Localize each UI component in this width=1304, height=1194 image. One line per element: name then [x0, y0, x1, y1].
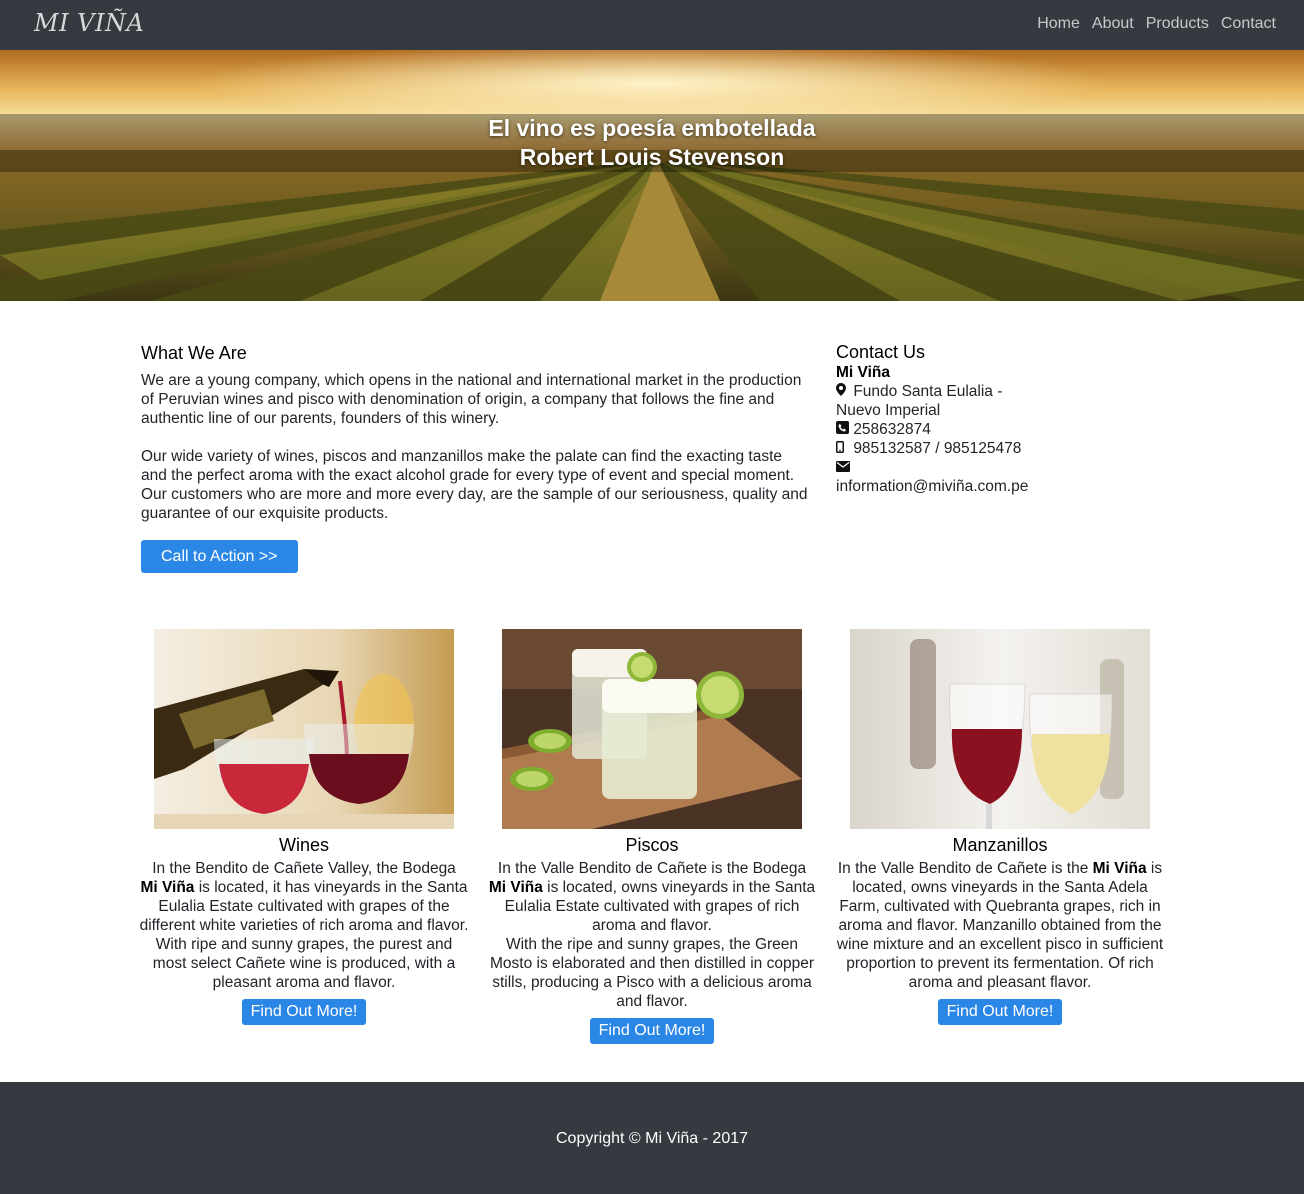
mobile-text[interactable]: 985132587 / 985125478 — [853, 440, 1021, 457]
product-card-piscos: Piscos In the Valle Bendito de Cañete is… — [487, 629, 817, 1044]
vineyard-image — [0, 50, 1304, 301]
hero-quote: El vino es poesía embotellada Robert Lou… — [0, 114, 1304, 172]
about-section: What We Are We are a young company, whic… — [141, 343, 811, 573]
mobile-line: 985132587 / 985125478 — [836, 439, 1051, 458]
nav-link-contact[interactable]: Contact — [1221, 15, 1276, 33]
find-out-more-button[interactable]: Find Out More! — [937, 999, 1063, 1025]
hero-banner: El vino es poesía embotellada Robert Lou… — [0, 50, 1304, 301]
quote-author: Robert Louis Stevenson — [519, 144, 785, 170]
product-card-wines: Wines In the Bendito de Cañete Valley, t… — [139, 629, 469, 1025]
brand-logo[interactable]: MI VIÑA — [34, 9, 144, 37]
contact-section: Contact Us Mi Viña Fundo Santa Eulalia -… — [836, 343, 1051, 496]
about-paragraph-1: We are a young company, which opens in t… — [141, 372, 802, 427]
mobile-icon — [836, 439, 849, 458]
phone-line: 258632874 — [836, 420, 1051, 439]
product-description: In the Bendito de Cañete Valley, the Bod… — [139, 860, 469, 934]
address-text: Fundo Santa Eulalia - Nuevo Imperial — [836, 383, 1003, 419]
quote-text: El vino es poesía embotellada — [488, 115, 816, 141]
copyright-text: Copyright © Mi Viña - 2017 — [555, 1130, 749, 1147]
about-paragraph-2: Our wide variety of wines, piscos and ma… — [141, 448, 808, 522]
brand-name: Mi Viña — [140, 879, 195, 896]
phone-text[interactable]: 258632874 — [853, 421, 931, 438]
pisco-sour-image — [502, 629, 802, 829]
map-marker-icon — [836, 382, 849, 401]
product-description-2: With the ripe and sunny grapes, the Gree… — [490, 936, 814, 1010]
wine-glasses-image — [850, 629, 1150, 829]
product-title: Manzanillos — [952, 835, 1048, 855]
company-name: Mi Viña — [836, 364, 890, 381]
brand-name: Mi Viña — [488, 879, 543, 896]
product-title: Piscos — [625, 835, 679, 855]
email-line: information@miviña.com.pe — [836, 458, 1051, 496]
product-description-2: With ripe and sunny grapes, the purest a… — [152, 936, 456, 991]
product-card-manzanillos: Manzanillos In the Valle Bendito de Cañe… — [835, 629, 1165, 1025]
about-heading: What We Are — [141, 343, 247, 363]
product-description: In the Valle Bendito de Cañete is the Bo… — [488, 860, 816, 934]
contact-heading: Contact Us — [836, 342, 926, 362]
find-out-more-button[interactable]: Find Out More! — [241, 999, 367, 1025]
envelope-icon — [836, 458, 850, 477]
nav-link-about[interactable]: About — [1092, 15, 1134, 33]
product-description: In the Valle Bendito de Cañete is the Mi… — [836, 860, 1164, 991]
address-line: Fundo Santa Eulalia - Nuevo Imperial — [836, 382, 1051, 420]
phone-square-icon — [836, 420, 849, 439]
find-out-more-button[interactable]: Find Out More! — [589, 1018, 715, 1044]
call-to-action-button[interactable]: Call to Action >> — [141, 540, 298, 573]
brand-name: Mi Viña — [1092, 860, 1147, 877]
product-title: Wines — [278, 835, 329, 855]
nav-link-home[interactable]: Home — [1037, 15, 1080, 33]
footer: Copyright © Mi Viña - 2017 — [0, 1082, 1304, 1194]
nav-link-products[interactable]: Products — [1146, 15, 1209, 33]
nav-links: Home About Products Contact — [1037, 15, 1276, 33]
navbar: MI VIÑA Home About Products Contact — [0, 0, 1304, 50]
email-text[interactable]: information@miviña.com.pe — [836, 478, 1028, 495]
wine-bottle-image — [154, 629, 454, 829]
